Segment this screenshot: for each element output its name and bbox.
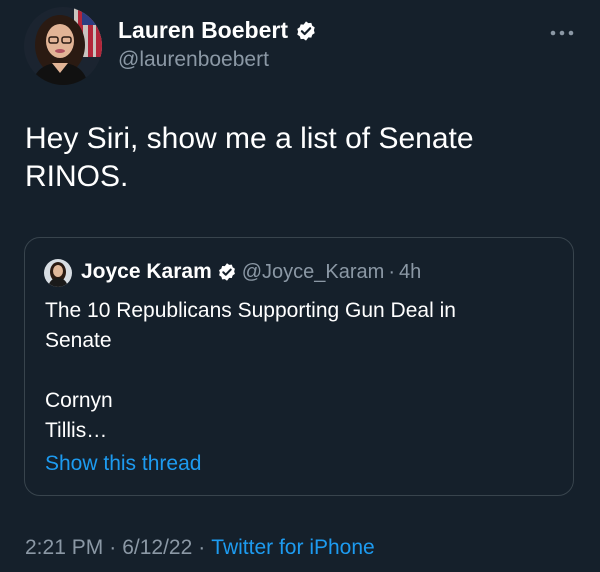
- tweet: Lauren Boebert @laurenboebert Hey Siri, …: [0, 0, 600, 572]
- author-name[interactable]: Lauren Boebert: [118, 17, 288, 44]
- verified-badge-icon: [217, 262, 237, 282]
- tweet-date[interactable]: 6/12/22: [122, 536, 192, 560]
- quoted-tweet-card[interactable]: Joyce Karam @Joyce_Karam · 4h The 10 Rep…: [24, 237, 574, 496]
- quoted-tweet-header: Joyce Karam @Joyce_Karam · 4h: [81, 260, 421, 284]
- author-avatar[interactable]: [24, 7, 102, 85]
- quoted-tweet-text: The 10 Republicans Supporting Gun Deal i…: [45, 299, 456, 442]
- show-thread-link[interactable]: Show this thread: [45, 452, 201, 476]
- more-horizontal-icon[interactable]: [549, 26, 575, 38]
- author-name-row: Lauren Boebert: [118, 17, 317, 44]
- separator-dot: ·: [198, 536, 206, 559]
- tweet-time[interactable]: 2:21 PM: [25, 536, 103, 560]
- verified-badge-icon: [295, 20, 317, 42]
- tweet-text: Hey Siri, show me a list of Senate RINOS…: [25, 122, 474, 193]
- quoted-tweet-time[interactable]: 4h: [399, 261, 421, 284]
- separator-dot: ·: [388, 260, 395, 283]
- tweet-source-link[interactable]: Twitter for iPhone: [211, 536, 374, 560]
- separator-dot: ·: [109, 536, 117, 559]
- quoted-author-handle[interactable]: @Joyce_Karam: [242, 261, 385, 284]
- author-handle[interactable]: @laurenboebert: [118, 48, 269, 72]
- quoted-author-name[interactable]: Joyce Karam: [81, 260, 212, 284]
- tweet-meta: 2:21 PM · 6/12/22 · Twitter for iPhone: [25, 536, 375, 560]
- quoted-author-avatar[interactable]: [44, 259, 72, 287]
